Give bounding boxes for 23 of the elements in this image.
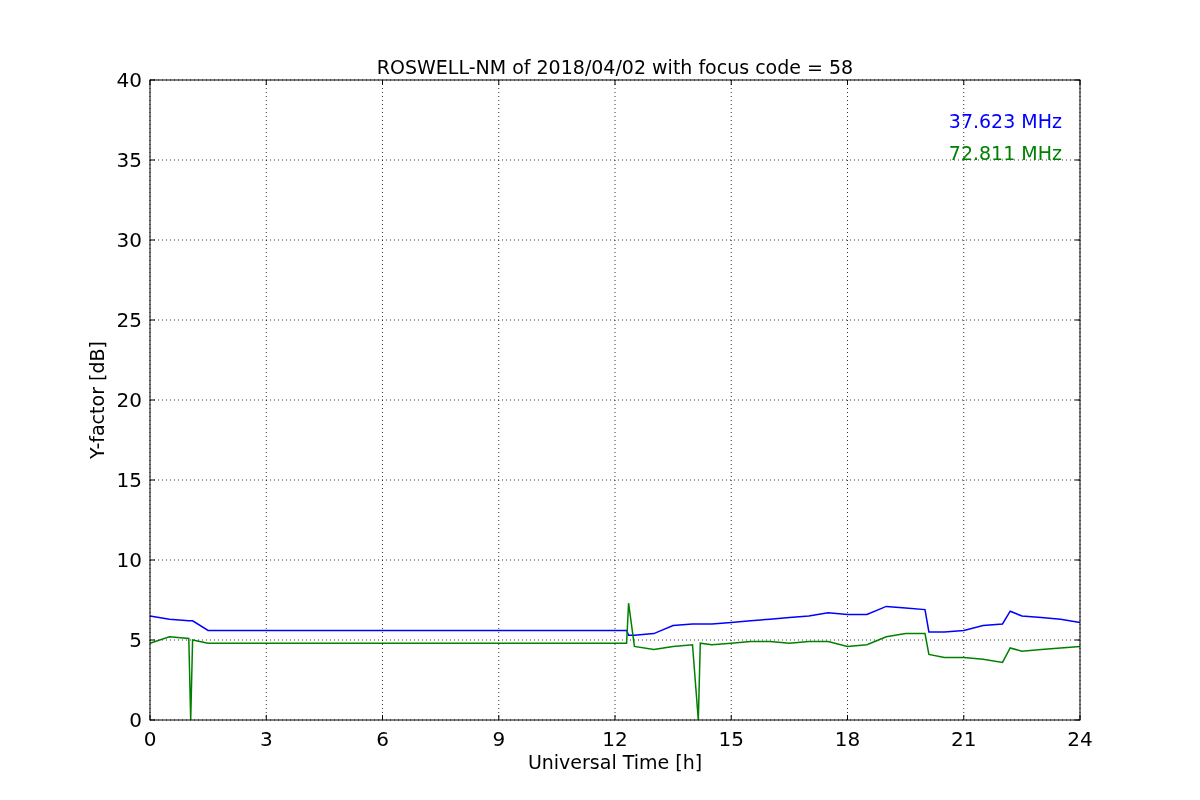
tick-label: 3 xyxy=(259,727,273,751)
axis-label: Universal Time [h] xyxy=(527,751,703,773)
tick-label: 9 xyxy=(492,727,506,751)
tick-label: 25 xyxy=(116,308,142,332)
tick-label: 35 xyxy=(116,148,142,172)
tick-label: 10 xyxy=(116,548,142,572)
chart-title: ROSWELL-NM of 2018/04/02 with focus code = 58 xyxy=(376,56,854,78)
axis-label: Y-factor [dB] xyxy=(86,341,108,459)
tick-label: 18 xyxy=(834,727,861,751)
legend-label: 37.623 MHz xyxy=(948,110,1062,132)
tick-label: 30 xyxy=(116,228,142,252)
tick-label: 21 xyxy=(951,727,977,751)
tick-label: 24 xyxy=(1067,727,1093,751)
legend-label: 72.811 MHz xyxy=(948,142,1062,164)
tick-label: 5 xyxy=(129,628,142,652)
tick-label: 40 xyxy=(116,68,142,92)
tick-label: 0 xyxy=(129,708,142,732)
tick-label: 20 xyxy=(116,388,142,412)
tick-label: 12 xyxy=(602,727,628,751)
tick-label: 0 xyxy=(143,727,157,751)
tick-label: 15 xyxy=(718,727,744,751)
tick-label: 15 xyxy=(116,468,142,492)
tick-label: 6 xyxy=(376,727,389,751)
